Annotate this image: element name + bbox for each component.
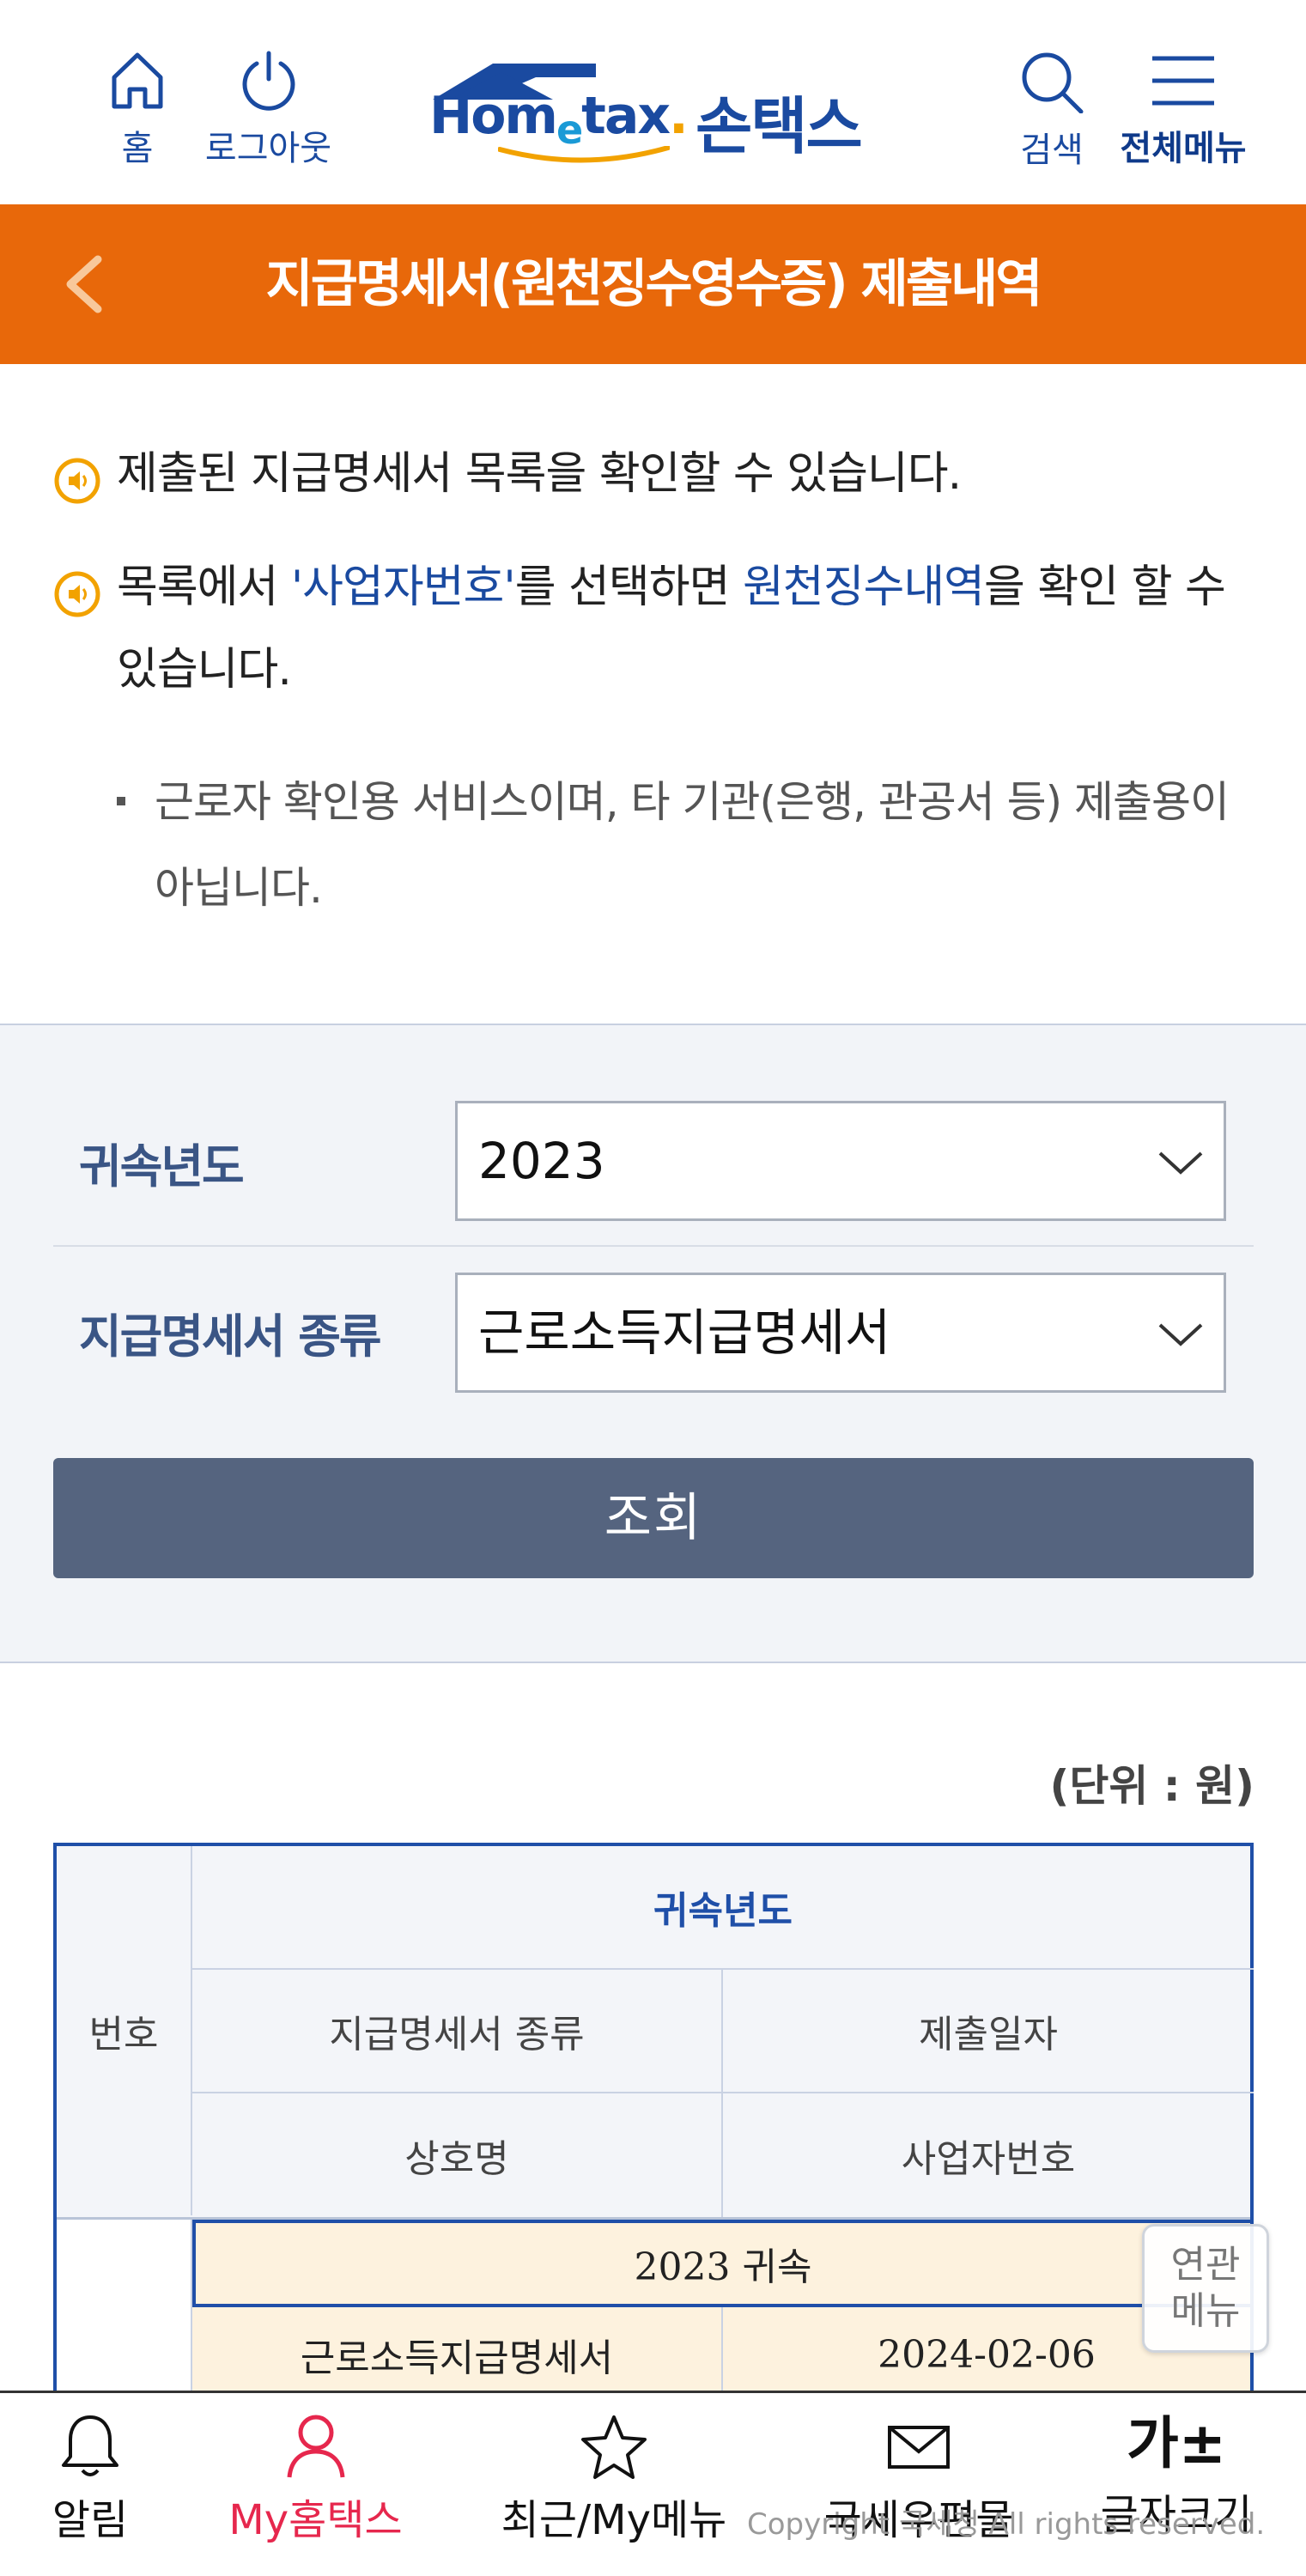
bottom-navigation: 알림 My홈택스 최근/My메뉴 국세우편물 가± 글자크기 bbox=[0, 2391, 1306, 2576]
header-year: 귀속년도 bbox=[192, 1846, 1254, 1970]
year-select[interactable]: 2023 bbox=[455, 1101, 1226, 1221]
sub-note-text: 근로자 확인용 서비스이며, 타 기관(은행, 관공서 등) 제출용이 아닙니다… bbox=[155, 777, 1230, 913]
related-menu-button[interactable]: 연관 메뉴 bbox=[1142, 2224, 1269, 2353]
unit-label: (단위 : 원) bbox=[1049, 1761, 1254, 1811]
page-title-bar: 지급명세서(원천징수영수증) 제출내역 bbox=[0, 204, 1306, 364]
related-menu-line2: 메뉴 bbox=[1170, 2289, 1241, 2333]
hometax-logo[interactable]: Hometax. 손택스 bbox=[429, 60, 884, 163]
copyright-text: Copyright 국세청 All rights reserved. bbox=[747, 2507, 1266, 2542]
notice-highlight-withholding: 원천징수내역 bbox=[742, 562, 985, 613]
full-menu-button[interactable]: 전체메뉴 bbox=[1115, 50, 1252, 170]
row-year: 2023 귀속 bbox=[192, 2220, 1254, 2307]
row-statement-type: 근로소득지급명세서 bbox=[192, 2307, 723, 2402]
logout-label: 로그아웃 bbox=[204, 129, 332, 168]
search-panel: 귀속년도 2023 지급명세서 종류 근로소득지급명세서 조회 bbox=[0, 1024, 1306, 1663]
nav-my-hometax-label: My홈택스 bbox=[228, 2496, 403, 2544]
notice-text: 목록에서 '사업자번호'를 선택하면 원천징수내역을 확인 할 수 있습니다. bbox=[53, 546, 1255, 711]
power-icon bbox=[242, 51, 295, 111]
bell-icon bbox=[62, 2415, 118, 2476]
bullet-icon bbox=[117, 797, 125, 805]
header-submission-date: 제출일자 bbox=[723, 1970, 1254, 2093]
notice-text-part: 목록에서 bbox=[117, 562, 291, 613]
mail-icon bbox=[888, 2426, 950, 2469]
full-menu-label: 전체메뉴 bbox=[1120, 129, 1247, 168]
chevron-down-icon bbox=[1158, 1323, 1203, 1346]
year-label: 귀속년도 bbox=[79, 1139, 245, 1194]
nav-recent-my-menu-label: 최근/My메뉴 bbox=[501, 2496, 727, 2544]
home-icon bbox=[112, 52, 163, 109]
nav-recent-my-menu[interactable]: 최근/My메뉴 bbox=[498, 2412, 730, 2546]
notice-text-part: 를 선택하면 bbox=[514, 562, 743, 613]
header-statement-type: 지급명세서 종류 bbox=[192, 1970, 723, 2093]
notice-item: 제출된 지급명세서 목록을 확인할 수 있습니다. bbox=[53, 433, 1255, 515]
search-label: 검색 bbox=[1020, 131, 1084, 170]
person-icon bbox=[287, 2415, 344, 2478]
nav-alarm[interactable]: 알림 bbox=[43, 2412, 137, 2546]
chevron-down-icon bbox=[1158, 1151, 1203, 1175]
logout-button[interactable]: 로그아웃 bbox=[197, 50, 339, 170]
notice-highlight-bizno: '사업자번호' bbox=[290, 562, 516, 613]
related-menu-line1: 연관 bbox=[1170, 2243, 1241, 2287]
speaker-icon bbox=[54, 571, 100, 617]
year-select-value: 2023 bbox=[478, 1132, 605, 1190]
notice-item: 목록에서 '사업자번호'를 선택하면 원천징수내역을 확인 할 수 있습니다. bbox=[53, 546, 1255, 711]
logo-korean-text: 손택스 bbox=[696, 90, 863, 162]
header-business-number: 사업자번호 bbox=[901, 2137, 1076, 2181]
search-submit-button[interactable]: 조회 bbox=[53, 1458, 1254, 1578]
logo-wordmark: Hometax. bbox=[429, 86, 689, 153]
home-label: 홈 bbox=[121, 129, 154, 168]
header-no: 번호 bbox=[57, 1846, 192, 2215]
statement-type-select-value: 근로소득지급명세서 bbox=[478, 1303, 891, 1362]
search-icon bbox=[1022, 52, 1084, 113]
font-size-icon: 가± bbox=[1126, 2410, 1227, 2476]
home-button[interactable]: 홈 bbox=[103, 50, 172, 170]
nav-my-hometax[interactable]: My홈택스 bbox=[219, 2412, 412, 2546]
divider bbox=[53, 1245, 1254, 1247]
notice-text: 제출된 지급명세서 목록을 확인할 수 있습니다. bbox=[117, 448, 962, 500]
statement-type-label: 지급명세서 종류 bbox=[79, 1309, 382, 1364]
sub-note: 근로자 확인용 서비스이며, 타 기관(은행, 관공서 등) 제출용이 아닙니다… bbox=[117, 759, 1259, 931]
statement-type-select[interactable]: 근로소득지급명세서 bbox=[455, 1273, 1226, 1393]
search-button[interactable]: 검색 bbox=[1013, 50, 1090, 172]
header-company-name: 상호명 bbox=[192, 2093, 723, 2217]
app-header: 홈 로그아웃 Hometax. 손택스 검색 전체메뉴 bbox=[0, 0, 1306, 204]
speaker-icon bbox=[54, 458, 100, 504]
logo-swoosh-icon bbox=[498, 146, 670, 163]
notice-section: 제출된 지급명세서 목록을 확인할 수 있습니다. 목록에서 '사업자번호'를 … bbox=[0, 364, 1306, 1024]
hamburger-menu-icon bbox=[1152, 56, 1214, 106]
page-title: 지급명세서(원천징수영수증) 제출내역 bbox=[265, 254, 1043, 314]
nav-alarm-label: 알림 bbox=[52, 2496, 129, 2544]
star-icon bbox=[581, 2415, 647, 2479]
